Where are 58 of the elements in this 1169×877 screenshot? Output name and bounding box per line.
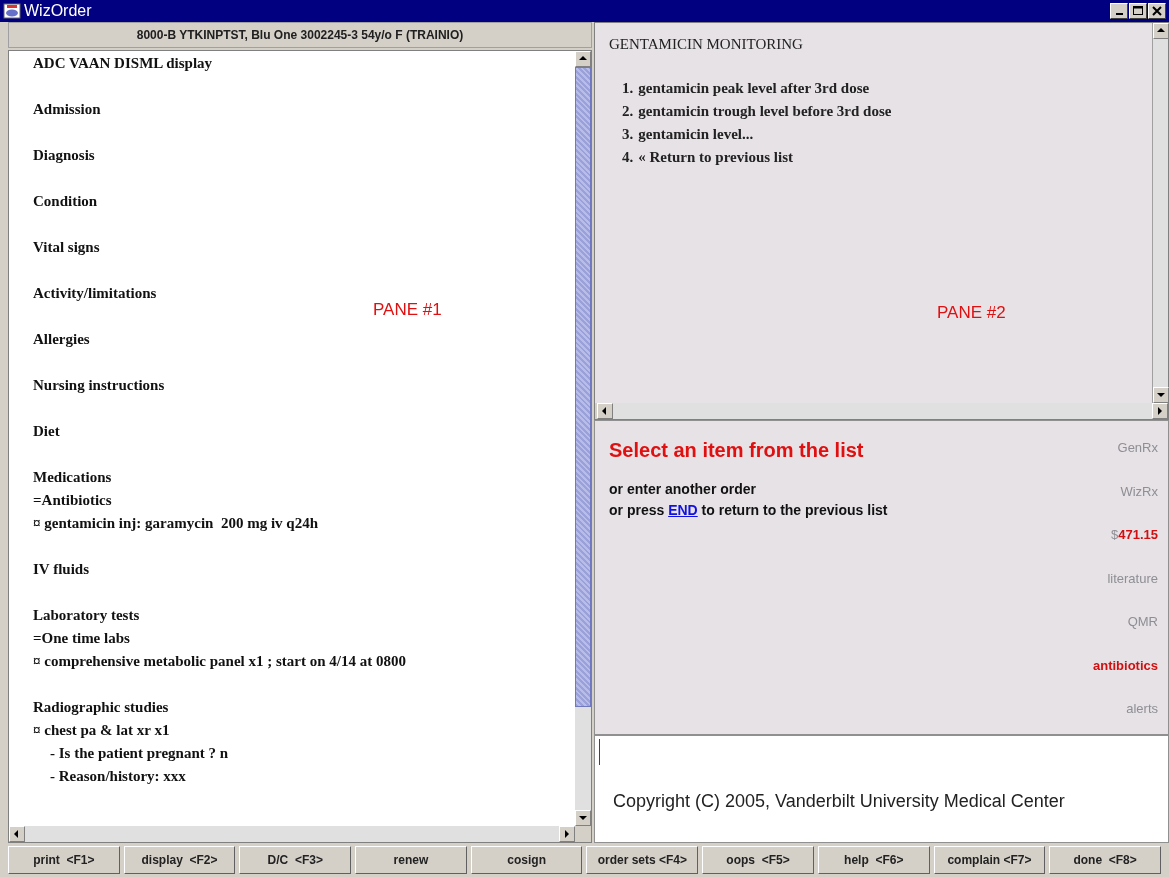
function-button[interactable]: print <F1>	[8, 846, 120, 874]
function-button[interactable]: oops <F5>	[702, 846, 814, 874]
order-detail: - Reason/history: xxx	[49, 767, 186, 786]
function-button[interactable]: complain <F7>	[933, 846, 1046, 874]
order-order: ¤ chest pa & lat xr x1	[32, 721, 170, 740]
order-heading: Diagnosis	[32, 146, 95, 165]
order-heading: Activity/limitations	[32, 284, 157, 303]
end-link[interactable]: END	[668, 502, 698, 518]
vertical-scrollbar[interactable]	[575, 51, 591, 826]
order-order: ¤ comprehensive metabolic panel x1 ; start on 4/14 at 0800	[32, 652, 407, 671]
order-heading: IV fluids	[32, 560, 89, 579]
order-heading: Radiographic studies	[32, 698, 169, 717]
order-heading: Diet	[32, 422, 60, 441]
instruction-text: or press END to return to the previous list	[609, 501, 888, 520]
function-button[interactable]: order sets <F4>	[586, 846, 699, 874]
copyright-text: Copyright (C) 2005, Vanderbilt University Medical Center	[613, 790, 1065, 813]
order-heading: Condition	[32, 192, 98, 211]
order-detail: - Is the patient pregnant ? n	[49, 744, 229, 763]
function-button[interactable]: help <F6>	[817, 846, 930, 874]
order-heading: ADC VAAN DISML display	[32, 54, 213, 73]
order-subheading: =One time labs	[32, 629, 130, 648]
minimize-button[interactable]	[1110, 3, 1128, 19]
list-option[interactable]: 4. « Return to previous list	[609, 146, 793, 169]
function-button[interactable]: done <F8>	[1049, 846, 1161, 874]
app-icon	[3, 3, 21, 19]
function-button[interactable]: D/C <F3>	[239, 846, 352, 874]
list-option[interactable]: 3. gentamicin level...	[609, 123, 754, 146]
order-heading: Medications	[32, 468, 112, 487]
pane-annotation: PANE #1	[373, 299, 442, 321]
order-heading: Vital signs	[32, 238, 100, 257]
function-button[interactable]: display <F2>	[123, 846, 236, 874]
list-option[interactable]: 1. gentamicin peak level after 3rd dose	[609, 77, 870, 100]
maximize-button[interactable]	[1129, 3, 1147, 19]
function-button[interactable]: cosign	[470, 846, 583, 874]
function-button[interactable]: renew	[355, 846, 467, 874]
horizontal-scrollbar[interactable]	[597, 403, 1168, 419]
maximize-icon	[1132, 5, 1144, 17]
cost-link[interactable]: $471.15	[1111, 525, 1158, 545]
order-subheading: =Antibiotics	[32, 491, 112, 510]
order-order: ¤ gentamicin inj: garamycin 200 mg iv q24h	[32, 514, 318, 533]
close-button[interactable]	[1148, 3, 1166, 19]
list-title: GENTAMICIN MONITORING	[609, 35, 803, 54]
list-option[interactable]: 2. gentamicin trough level before 3rd dose	[609, 100, 892, 123]
order-heading: Laboratory tests	[32, 606, 140, 625]
order-heading: Nursing instructions	[32, 376, 165, 395]
order-heading: Admission	[32, 100, 101, 119]
minimize-icon	[1115, 13, 1123, 15]
instruction-text: or enter another order	[609, 480, 757, 499]
order-heading: Allergies	[32, 330, 90, 349]
prompt-heading: Select an item from the list	[609, 438, 864, 463]
vertical-scrollbar[interactable]	[1152, 23, 1168, 403]
close-icon	[1151, 5, 1163, 17]
pane-annotation: PANE #2	[937, 302, 1006, 324]
scroll-thumb[interactable]	[575, 67, 591, 707]
window-title: WizOrder	[24, 1, 92, 21]
horizontal-scrollbar[interactable]	[9, 826, 575, 842]
patient-header: 8000-B YTKINPTST, Blu One 3002245-3 54y/o F (TRAINIO)	[8, 22, 592, 48]
side-link[interactable]: antibiotics	[1093, 655, 1158, 675]
